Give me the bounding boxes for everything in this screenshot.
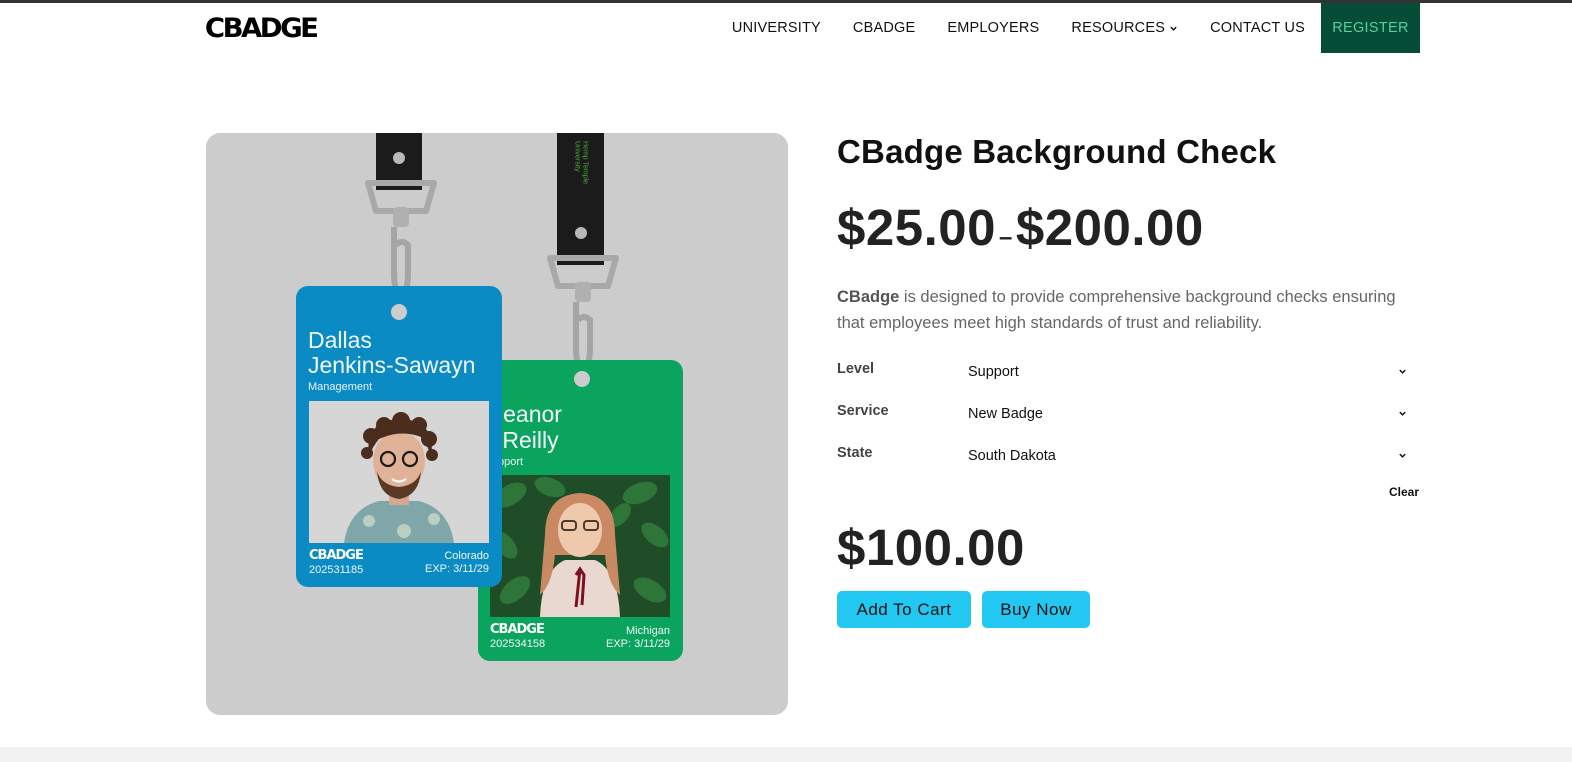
chevron-down-icon [1399,411,1406,416]
buy-now-button[interactable]: Buy Now [982,591,1090,628]
person-photo-icon [490,475,670,617]
badge-state: Colorado [444,550,489,562]
nav-university-label: UNIVERSITY [731,20,821,36]
service-select[interactable]: New Badge [968,403,1419,435]
badge-logo: CBADGE [309,548,364,563]
badge-photo-green [490,475,670,617]
product-title: CBadge Background Check [837,133,1277,170]
clear-options-link[interactable]: Clear [1389,485,1419,499]
option-level: Level Support [837,361,1419,393]
badge-role: Management [308,381,373,393]
chevron-down-icon [1399,369,1406,374]
nav-cbadge-label: CBADGE [852,20,916,36]
nav-resources-label: RESOURCES [1071,20,1166,36]
footer-strip [0,747,1572,762]
product-image: Hemp Temple University leanor 'Reilly pp… [206,133,788,715]
nav-contact-us-label: CONTACT US [1210,20,1305,36]
price-min: $25.00 [837,199,996,256]
badge-name-line2: Jenkins-Sawayn [308,352,476,378]
badge-name-line1: Dallas [308,327,372,353]
level-select[interactable]: Support [968,361,1419,393]
register-button[interactable]: REGISTER [1321,3,1420,53]
option-level-label: Level [837,361,875,377]
description-text: is designed to provide comprehensive bac… [837,288,1396,332]
nav-cbadge[interactable]: CBADGE [853,20,915,36]
option-state: State South Dakota [837,445,1419,477]
price-separator: – [999,224,1013,251]
badge-name-line2: 'Reilly [498,427,559,453]
option-state-label: State [837,445,873,461]
badge-logo: CBADGE [490,622,545,637]
description-brand: CBadge [837,288,900,306]
person-photo-icon [309,401,489,543]
badge-photo-blue [309,401,489,543]
product-description: CBadge is designed to provide comprehens… [837,284,1427,336]
badge-exp: EXP: 3/11/29 [424,563,489,575]
chevron-down-icon [1170,26,1177,31]
id-badge-green: leanor 'Reilly pport CBADGE 202534158 Mi… [478,360,683,661]
badge-number: 202531185 [309,564,364,576]
nav-employers-label: EMPLOYERS [947,20,1040,36]
state-select-value: South Dakota [968,448,1056,464]
main-nav: UNIVERSITY CBADGE EMPLOYERS RESOURCES CO… [700,3,1420,53]
site-header: CBADGE UNIVERSITY CBADGE EMPLOYERS RESOU… [0,3,1572,55]
selected-price: $100.00 [837,519,1025,576]
state-select[interactable]: South Dakota [968,445,1419,477]
chevron-down-icon [1399,453,1406,458]
nav-contact-us[interactable]: CONTACT US [1210,20,1305,36]
price-range: $25.00 – $200.00 [837,198,1204,257]
badge-name-line1: leanor [498,401,562,427]
option-service: Service New Badge [837,403,1419,435]
badge-state: Michigan [625,625,670,637]
lanyard-strap-right: Hemp Temple University [557,133,604,265]
nav-university[interactable]: UNIVERSITY [732,20,821,36]
strap-print: Hemp Temple University [573,141,589,185]
site-logo[interactable]: CBADGE [205,15,319,42]
price-max: $200.00 [1015,199,1204,256]
option-service-label: Service [837,403,889,419]
level-select-value: Support [968,364,1019,380]
service-select-value: New Badge [968,406,1043,422]
nav-employers[interactable]: EMPLOYERS [947,20,1039,36]
badge-exp: EXP: 3/11/29 [605,638,670,650]
badge-number: 202534158 [490,638,546,650]
add-to-cart-button[interactable]: Add To Cart [837,591,971,628]
id-badge-blue: Dallas Jenkins-Sawayn Management CBADGE … [296,286,502,587]
nav-resources[interactable]: RESOURCES [1071,20,1178,36]
